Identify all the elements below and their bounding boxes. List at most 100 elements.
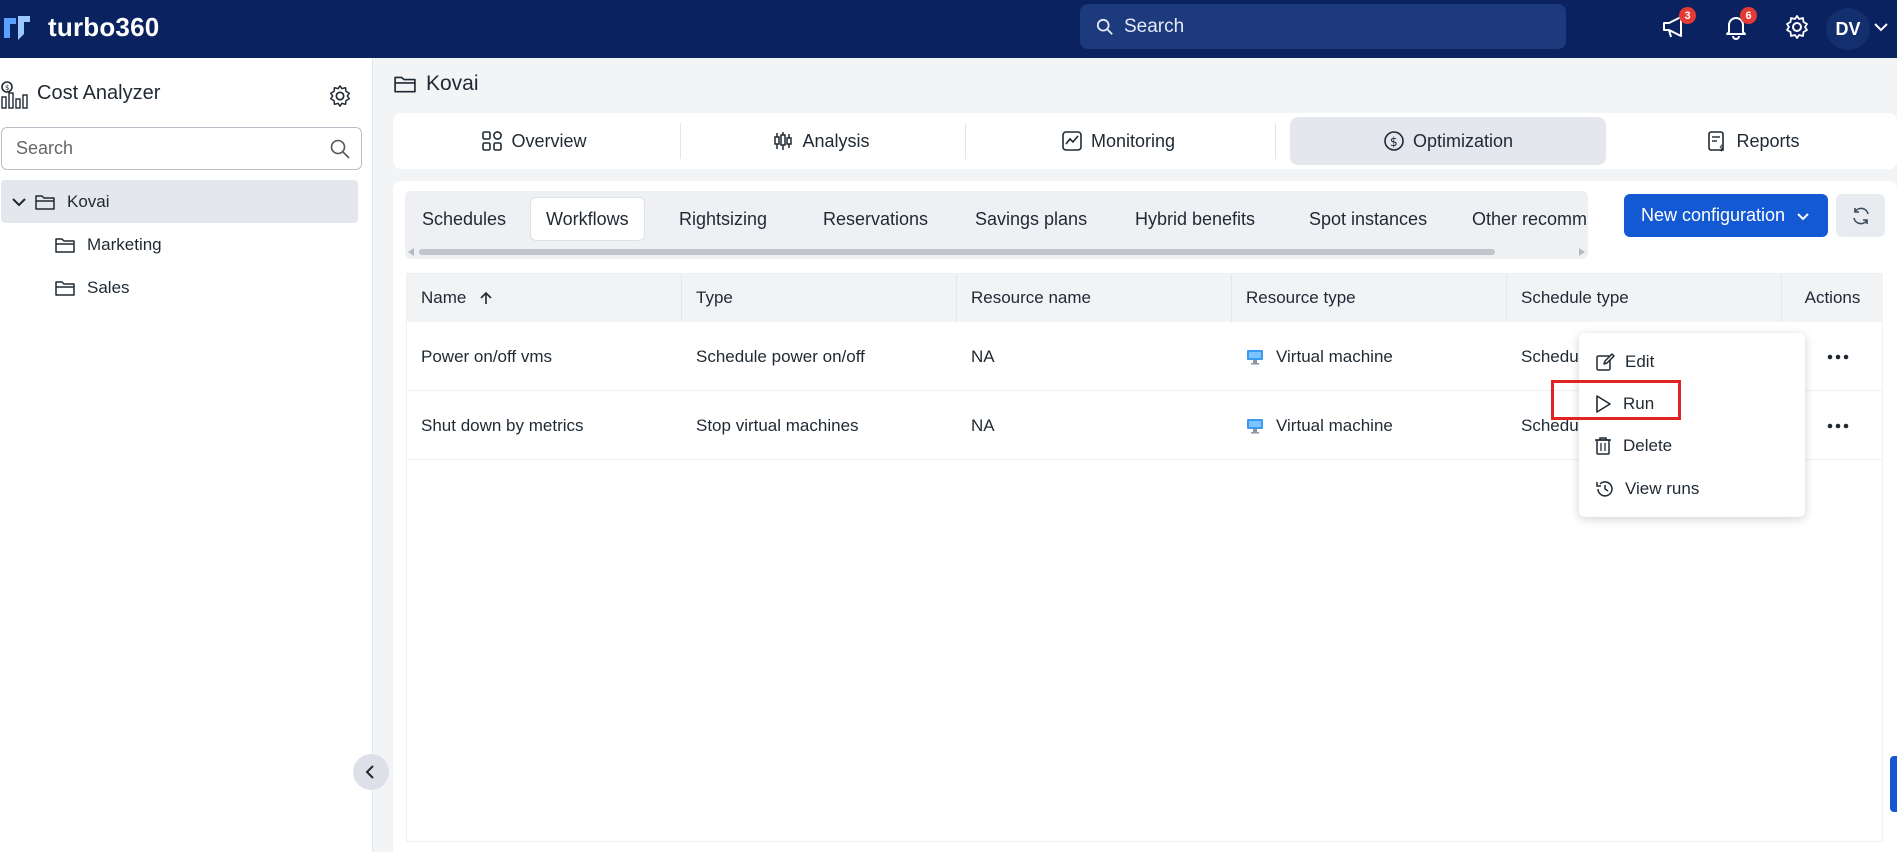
tab-reports[interactable]: $ Reports <box>1613 117 1893 165</box>
tree-item-kovai[interactable]: Kovai <box>1 180 358 223</box>
user-avatar[interactable]: DV <box>1826 8 1870 50</box>
subtab-rightsizing[interactable]: Rightsizing <box>664 197 782 241</box>
folder-icon <box>55 238 75 253</box>
column-header-resource-name[interactable]: Resource name <box>957 274 1232 322</box>
subtab-schedules[interactable]: Schedules <box>407 197 521 241</box>
subtab-label: Other recomm <box>1472 208 1588 229</box>
svg-text:$: $ <box>1719 144 1725 152</box>
trash-icon <box>1595 437 1611 455</box>
settings-button[interactable] <box>1782 12 1812 42</box>
subtab-label: Schedules <box>422 208 507 229</box>
chevron-left-icon <box>365 765 374 779</box>
tree-item-label: Sales <box>87 278 130 297</box>
subtab-other-recommendations[interactable]: Other recomm <box>1457 197 1588 241</box>
report-icon: $ <box>1708 131 1725 152</box>
subtab-spot-instances[interactable]: Spot instances <box>1294 197 1442 241</box>
tab-divider <box>1275 123 1276 159</box>
subtab-label: Reservations <box>823 208 929 229</box>
feedback-tab[interactable] <box>1890 756 1897 812</box>
tree-item-label: Kovai <box>67 191 110 211</box>
subtab-hybrid-benefits[interactable]: Hybrid benefits <box>1120 197 1270 241</box>
subtabs-scrollbar[interactable] <box>405 245 1588 259</box>
subtab-reservations[interactable]: Reservations <box>808 197 943 241</box>
scrollbar-thumb[interactable] <box>419 249 1495 255</box>
column-label: Resource name <box>971 288 1092 307</box>
scroll-left-icon[interactable] <box>408 248 414 256</box>
history-icon <box>1596 481 1613 497</box>
tab-label: Analysis <box>802 130 870 151</box>
tab-divider <box>965 123 966 159</box>
tree-item-label: Marketing <box>87 235 162 254</box>
notifications-badge: 6 <box>1740 7 1757 24</box>
svg-text:$: $ <box>5 84 9 92</box>
tree-item-marketing[interactable]: Marketing <box>55 225 162 265</box>
column-header-actions: Actions <box>1782 274 1883 322</box>
refresh-button[interactable] <box>1836 194 1885 237</box>
subtab-savings-plans[interactable]: Savings plans <box>960 197 1102 241</box>
breadcrumb: Kovai <box>394 72 479 96</box>
gear-icon <box>1786 15 1808 39</box>
run-highlight-annotation <box>1551 380 1681 420</box>
search-icon[interactable] <box>329 138 351 160</box>
column-header-type[interactable]: Type <box>682 274 957 322</box>
column-header-resource-type[interactable]: Resource type <box>1232 274 1507 322</box>
virtual-machine-icon <box>1247 418 1263 433</box>
subtab-label: Savings plans <box>975 208 1088 229</box>
menu-item-delete[interactable]: Delete <box>1593 431 1672 461</box>
menu-item-view-runs[interactable]: View runs <box>1595 474 1699 504</box>
search-icon <box>1096 18 1113 35</box>
line-chart-icon <box>1062 131 1082 151</box>
tab-divider <box>680 123 681 159</box>
new-configuration-button[interactable]: New configuration <box>1624 194 1828 237</box>
subtab-label: Workflows <box>546 208 629 229</box>
menu-item-edit[interactable]: Edit <box>1595 347 1654 377</box>
dollar-circle-icon: $ <box>1384 131 1404 151</box>
subtab-label: Rightsizing <box>679 208 768 229</box>
cell-name: Power on/off vms <box>421 346 553 366</box>
menu-item-label: Delete <box>1623 436 1673 455</box>
column-header-name[interactable]: Name <box>407 274 682 322</box>
tab-analysis[interactable]: Analysis <box>685 117 957 165</box>
arrow-up-icon[interactable] <box>478 290 494 306</box>
notifications-button[interactable]: 6 <box>1721 7 1757 42</box>
folder-icon <box>35 194 55 210</box>
tree-item-sales[interactable]: Sales <box>55 268 130 308</box>
tab-monitoring[interactable]: Monitoring <box>973 117 1263 165</box>
tab-overview[interactable]: Overview <box>398 117 670 165</box>
sidebar-search-input[interactable] <box>16 138 316 159</box>
subtab-workflows[interactable]: Workflows <box>530 197 645 241</box>
announcements-button[interactable]: 3 <box>1660 7 1696 42</box>
turbo360-logo-icon[interactable] <box>2 12 32 42</box>
cost-analyzer-icon: $ <box>1 81 28 109</box>
column-label: Name <box>421 288 467 307</box>
brand-name[interactable]: turbo360 <box>48 12 159 43</box>
cell-resource-type: Virtual machine <box>1232 322 1393 391</box>
global-search-input[interactable]: Search <box>1080 4 1566 49</box>
tab-optimization[interactable]: $ Optimization <box>1290 117 1606 165</box>
column-header-schedule-type[interactable]: Schedule type <box>1507 274 1782 322</box>
collapse-sidebar-button[interactable] <box>353 754 389 790</box>
cell-type: Schedule power on/off <box>696 346 865 366</box>
sub-tabs: Schedules Workflows Rightsizing Reservat… <box>405 191 1588 259</box>
gear-icon[interactable] <box>328 84 352 108</box>
sidebar-title: Cost Analyzer <box>37 82 161 104</box>
scroll-right-icon[interactable] <box>1579 248 1585 256</box>
chevron-down-icon[interactable] <box>1872 18 1890 36</box>
subtab-label: Hybrid benefits <box>1135 208 1256 229</box>
sidebar-search-field[interactable] <box>1 127 362 170</box>
menu-item-label: View runs <box>1625 479 1700 498</box>
more-horizontal-icon <box>1827 354 1849 360</box>
tab-label: Overview <box>511 130 587 151</box>
row-actions-button[interactable] <box>1825 344 1851 370</box>
cell-resource-name: NA <box>971 415 995 435</box>
grid-icon <box>482 131 503 151</box>
chevron-down-icon[interactable] <box>11 194 27 210</box>
cell-name: Shut down by metrics <box>421 415 584 435</box>
row-actions-button[interactable] <box>1825 413 1851 439</box>
announcements-badge: 3 <box>1679 7 1696 24</box>
tab-label: Monitoring <box>1090 130 1176 151</box>
edit-icon <box>1596 353 1615 371</box>
folder-icon <box>55 281 75 296</box>
more-horizontal-icon <box>1827 423 1849 429</box>
new-configuration-label: New configuration <box>1640 205 1786 225</box>
